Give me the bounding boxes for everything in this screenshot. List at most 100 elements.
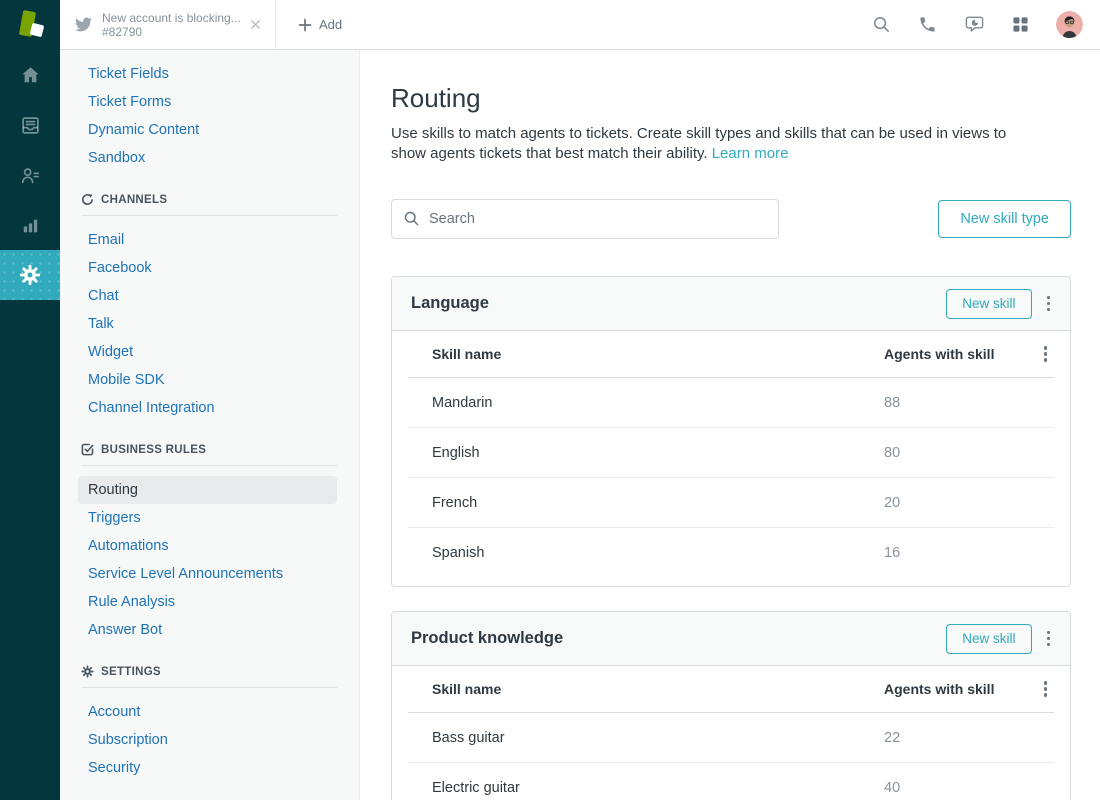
sidebar-item-email[interactable]: Email [78,226,337,254]
sidebar-item-automations[interactable]: Automations [78,532,337,560]
table-row[interactable]: French 20 [408,478,1054,528]
skill-name: English [432,445,884,461]
tab-text: New account is blocking... #82790 [102,11,246,39]
topbar-actions [872,11,1100,38]
new-skill-type-button[interactable]: New skill type [938,200,1071,238]
search-icon [403,210,420,227]
zendesk-admin-app: New account is blocking... #82790 Add [0,0,1100,800]
skill-name: Mandarin [432,395,884,411]
agents-count: 88 [884,395,1032,411]
skill-type-card-product-knowledge: Product knowledge New skill Skill name A… [391,611,1071,800]
table-row[interactable]: Mandarin 88 [408,378,1054,428]
sidebar-item-account[interactable]: Account [78,698,337,726]
apps-grid-icon[interactable] [1012,16,1029,33]
new-skill-button[interactable]: New skill [946,289,1031,319]
sidebar-item-mobile-sdk[interactable]: Mobile SDK [78,366,337,394]
avatar[interactable] [1056,11,1083,38]
section-header-label: SETTINGS [101,666,161,678]
table-menu-icon[interactable] [1037,676,1055,702]
table-row[interactable]: English 80 [408,428,1054,478]
add-label: Add [319,17,342,32]
table-menu-icon[interactable] [1037,341,1055,367]
settings-sidebar: Ticket Fields Ticket Forms Dynamic Conte… [60,50,360,800]
column-skill-name: Skill name [432,346,884,362]
skill-type-name: Product knowledge [411,629,946,648]
agents-count: 80 [884,445,1032,461]
table-row[interactable]: Spanish 16 [408,528,1054,578]
search-input[interactable] [391,199,779,239]
skill-name: Electric guitar [432,780,884,796]
section-divider [81,465,337,466]
sidebar-item-ticket-forms[interactable]: Ticket Forms [78,88,337,116]
skill-type-name: Language [411,294,946,313]
close-icon[interactable] [246,15,265,34]
column-agents-with-skill: Agents with skill [884,681,1032,697]
card-header: Product knowledge New skill [392,612,1070,666]
sidebar-item-channel-integration[interactable]: Channel Integration [78,394,337,422]
skill-name: French [432,495,884,511]
learn-more-link[interactable]: Learn more [712,145,789,162]
skill-search [391,199,779,239]
sidebar-item-security[interactable]: Security [78,754,337,782]
sidebar-item-sandbox[interactable]: Sandbox [78,144,337,172]
agents-count: 22 [884,730,1032,746]
column-skill-name: Skill name [432,681,884,697]
sidebar-item-dynamic-content[interactable]: Dynamic Content [78,116,337,144]
rail-home-icon[interactable] [0,50,60,100]
product-nav-rail [0,50,60,800]
skills-toolbar: New skill type [391,199,1071,239]
sidebar-item-chat[interactable]: Chat [78,282,337,310]
chat-icon[interactable] [964,14,985,35]
agents-count: 40 [884,780,1032,796]
table-header: Skill name Agents with skill [408,666,1054,713]
page-title: Routing [391,83,1071,114]
section-header-label: CHANNELS [101,194,167,206]
page-description: Use skills to match agents to tickets. C… [391,124,1036,164]
sidebar-item-triggers[interactable]: Triggers [78,504,337,532]
sidebar-item-talk[interactable]: Talk [78,310,337,338]
skill-name: Spanish [432,545,884,561]
sidebar-item-service-level-announcements[interactable]: Service Level Announcements [78,560,337,588]
sidebar-item-routing[interactable]: Routing [78,476,337,504]
settings-icon [81,665,94,678]
business-rules-icon [81,443,94,456]
rail-admin-settings-icon[interactable] [0,250,60,300]
section-header-label: BUSINESS RULES [101,444,206,456]
phone-icon[interactable] [918,15,937,34]
skills-table: Skill name Agents with skill Mandarin 88… [392,331,1070,586]
new-skill-button[interactable]: New skill [946,624,1031,654]
top-bar: New account is blocking... #82790 Add [0,0,1100,50]
rail-customers-icon[interactable] [0,150,60,200]
section-divider [81,215,337,216]
section-divider [81,687,337,688]
sidebar-item-ticket-fields[interactable]: Ticket Fields [78,60,337,88]
sidebar-item-rule-analysis[interactable]: Rule Analysis [78,588,337,616]
table-row[interactable]: Bass guitar 22 [408,713,1054,763]
ticket-tab[interactable]: New account is blocking... #82790 [60,0,276,50]
channels-icon [81,193,94,206]
sidebar-item-facebook[interactable]: Facebook [78,254,337,282]
skill-name: Bass guitar [432,730,884,746]
search-icon[interactable] [872,15,891,34]
skill-type-card-language: Language New skill Skill name Agents wit… [391,276,1071,587]
section-header-channels: CHANNELS [81,193,337,206]
card-header: Language New skill [392,277,1070,331]
sidebar-item-widget[interactable]: Widget [78,338,337,366]
skills-table: Skill name Agents with skill Bass guitar… [392,666,1070,800]
add-tab-button[interactable]: Add [298,17,342,32]
rail-views-icon[interactable] [0,100,60,150]
sidebar-item-subscription[interactable]: Subscription [78,726,337,754]
twitter-icon [75,16,92,33]
column-agents-with-skill: Agents with skill [884,346,1032,362]
section-header-business-rules: BUSINESS RULES [81,443,337,456]
sidebar-item-answer-bot[interactable]: Answer Bot [78,616,337,644]
rail-reports-icon[interactable] [0,200,60,250]
logo-white-shape [30,23,45,38]
card-menu-icon[interactable] [1040,626,1058,652]
card-menu-icon[interactable] [1040,291,1058,317]
main-content: Routing Use skills to match agents to ti… [360,50,1100,800]
zendesk-logo[interactable] [0,0,60,51]
description-text: Use skills to match agents to tickets. C… [391,125,1006,162]
agents-count: 16 [884,545,1032,561]
table-row[interactable]: Electric guitar 40 [408,763,1054,800]
